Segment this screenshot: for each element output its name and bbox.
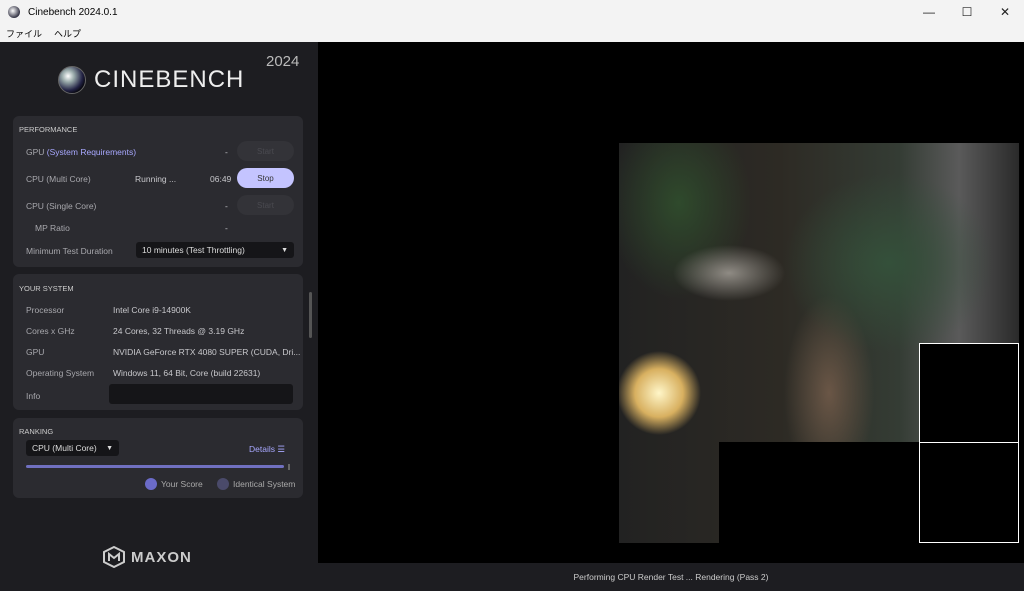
system-row-value: Windows 11, 64 Bit, Core (build 22631) (113, 368, 261, 378)
legend-your-score: Your Score (145, 478, 203, 490)
ranking-select[interactable]: CPU (Multi Core) ▼ (26, 440, 119, 456)
cpu-multi-label: CPU (Multi Core) (26, 174, 91, 184)
system-panel: YOUR SYSTEM Processor Intel Core i9-1490… (13, 274, 303, 410)
cinebench-app-icon (8, 6, 20, 18)
menu-help[interactable]: ヘルプ (54, 27, 81, 40)
info-field[interactable] (109, 384, 293, 404)
status-bar: Performing CPU Render Test ... Rendering… (318, 563, 1024, 591)
min-duration-label: Minimum Test Duration (26, 246, 113, 256)
legend-identical-system: Identical System (217, 478, 295, 490)
mp-ratio-label: MP Ratio (35, 223, 70, 233)
system-row-value: Intel Core i9-14900K (113, 305, 191, 315)
unrendered-tile (719, 442, 919, 543)
window-title: Cinebench 2024.0.1 (28, 6, 118, 18)
cpu-single-score: - (225, 201, 228, 211)
system-row-label: Operating System (26, 368, 95, 378)
maxon-logo: MAXON (103, 546, 192, 568)
mp-ratio-value: - (225, 223, 228, 233)
system-heading: YOUR SYSTEM (19, 284, 74, 293)
render-bucket (919, 442, 1019, 543)
cpu-multi-status: Running ... (135, 174, 177, 184)
render-viewport (619, 143, 1019, 543)
system-row-label: Processor (26, 305, 65, 315)
filter-icon: ☰ (277, 444, 285, 454)
min-duration-select[interactable]: 10 minutes (Test Throttling) ▼ (136, 242, 294, 258)
render-bucket (919, 343, 1019, 443)
maximize-button[interactable]: ☐ (948, 0, 986, 24)
cpu-multi-stop-button[interactable]: Stop (237, 168, 294, 188)
system-row-label: GPU (26, 347, 45, 357)
info-label: Info (26, 391, 41, 401)
your-score-dot-icon (145, 478, 157, 490)
title-bar: Cinebench 2024.0.1 — ☐ ✕ (0, 0, 1024, 24)
minimize-button[interactable]: — (910, 0, 948, 24)
cinebench-orb-icon (58, 66, 86, 94)
logo-text: CINEBENCH (94, 66, 245, 93)
cpu-single-label: CPU (Single Core) (26, 201, 97, 211)
close-button[interactable]: ✕ (986, 0, 1024, 24)
gpu-score: - (225, 147, 228, 157)
details-button[interactable]: Details ☰ (249, 444, 285, 455)
dropdown-caret-icon: ▼ (281, 246, 288, 254)
system-row-label: Cores x GHz (26, 326, 75, 336)
menu-file[interactable]: ファイル (6, 27, 42, 40)
logo-year: 2024 (266, 53, 300, 70)
gpu-start-button[interactable]: Start (237, 141, 294, 161)
menu-bar: ファイル ヘルプ (0, 24, 1024, 42)
cpu-multi-time: 06:49 (210, 174, 232, 184)
ranking-bar-marker (288, 464, 290, 470)
cpu-single-start-button[interactable]: Start (237, 195, 294, 215)
ranking-bar (26, 465, 284, 468)
identical-system-dot-icon (217, 478, 229, 490)
ranking-panel: RANKING CPU (Multi Core) ▼ Details ☰ Your… (13, 418, 303, 498)
maxon-m-icon (103, 546, 125, 568)
system-row-value: NVIDIA GeForce RTX 4080 SUPER (CUDA, Dri… (113, 347, 301, 357)
performance-panel: PERFORMANCE GPU (System Requirements) - … (13, 116, 303, 267)
system-row-value: 24 Cores, 32 Threads @ 3.19 GHz (113, 326, 245, 336)
gpu-label: GPU (System Requirements) (26, 147, 137, 157)
cinebench-logo: CINEBENCH (58, 66, 244, 94)
sidebar-scrollbar[interactable] (309, 292, 312, 338)
dropdown-caret-icon: ▼ (106, 444, 113, 452)
performance-heading: PERFORMANCE (19, 125, 78, 134)
ranking-heading: RANKING (19, 427, 54, 436)
system-requirements-link[interactable]: (System Requirements) (47, 147, 136, 157)
